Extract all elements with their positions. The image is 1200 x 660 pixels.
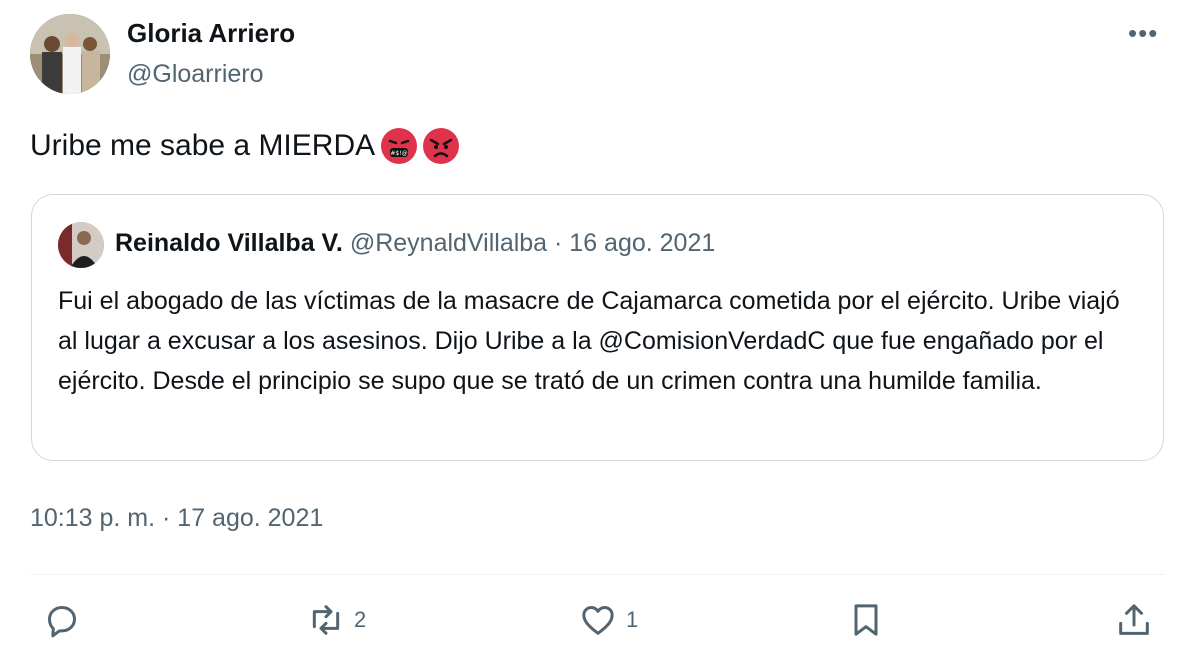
share-icon <box>1119 604 1149 635</box>
angry-face-icon <box>423 128 460 164</box>
quoted-author-name[interactable]: Reinaldo Villalba V. <box>115 229 343 257</box>
author-name[interactable]: Gloria Arriero <box>127 18 295 49</box>
author-handle[interactable]: @Gloarriero <box>127 60 264 89</box>
quoted-meta: @ReynaldVillalba · 16 ago. 2021 <box>349 229 716 257</box>
svg-text:#$!@: #$!@ <box>391 150 408 157</box>
like-count: 1 <box>626 607 639 632</box>
retweet-count: 2 <box>354 607 367 632</box>
tweet-timestamp[interactable]: 10:13 p. m. · 17 ago. 2021 <box>30 504 323 533</box>
heart-icon <box>582 606 614 635</box>
reply-icon <box>48 606 76 638</box>
like-button[interactable]: 1 <box>578 600 638 640</box>
face-with-symbols-on-mouth-icon: #$!@ <box>381 128 418 164</box>
more-options-icon[interactable]: ••• <box>1128 18 1158 49</box>
bookmark-button[interactable] <box>846 600 894 640</box>
share-button[interactable] <box>1114 600 1162 640</box>
tweet-text-content: Uribe me sabe a MIERDA <box>30 129 376 162</box>
retweet-button[interactable]: 2 <box>306 600 366 640</box>
author-avatar[interactable] <box>30 14 110 94</box>
quoted-header: Reinaldo Villalba V. @ReynaldVillalba · … <box>115 229 715 258</box>
retweet-icon <box>312 605 340 635</box>
quoted-author-avatar[interactable] <box>58 222 104 268</box>
tweet-text: Uribe me sabe a MIERDA #$!@ <box>30 128 460 164</box>
reply-button[interactable] <box>42 600 90 640</box>
quoted-text: Fui el abogado de las víctimas de la mas… <box>58 287 1120 395</box>
bookmark-icon <box>854 604 878 636</box>
quoted-tweet[interactable]: Reinaldo Villalba V. @ReynaldVillalba · … <box>31 194 1164 461</box>
divider <box>30 574 1165 575</box>
